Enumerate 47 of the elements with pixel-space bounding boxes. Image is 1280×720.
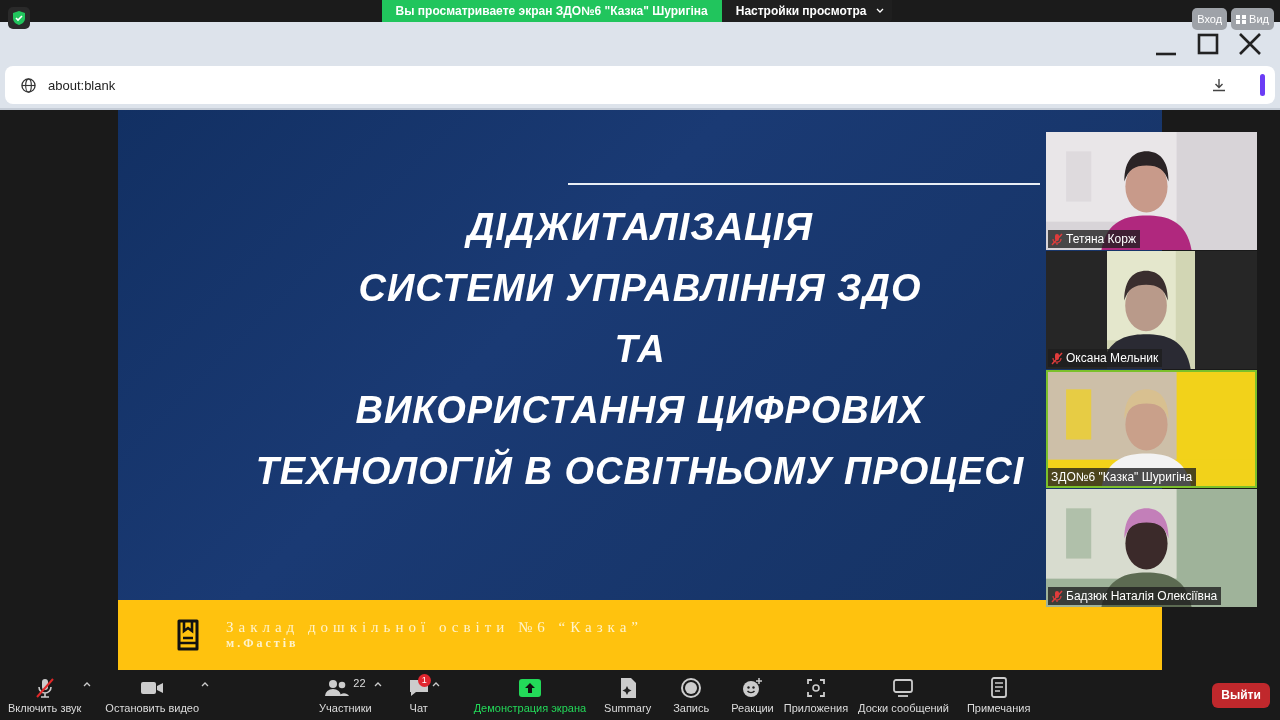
record-icon — [680, 676, 703, 699]
share-screen-button[interactable]: Демонстрация экрана — [473, 676, 587, 714]
slide-title-line: ДІДЖИТАЛІЗАЦІЯ — [466, 205, 814, 249]
participant-name: Бадзюк Наталія Олексіївна — [1066, 589, 1218, 603]
scroll-indicator — [1260, 74, 1265, 96]
download-icon[interactable] — [1212, 78, 1226, 92]
view-options-menu[interactable]: Настройки просмотра — [721, 0, 893, 22]
monitor-icon — [892, 677, 915, 698]
slide-title-line: СИСТЕМИ УПРАВЛІННЯ ЗДО — [358, 266, 922, 310]
apps-button[interactable]: Приложения — [783, 676, 849, 714]
address-bar[interactable]: about:blank — [5, 66, 1275, 104]
notes-icon — [989, 676, 1008, 699]
globe-icon — [21, 77, 36, 93]
leave-button[interactable]: Выйти — [1212, 682, 1270, 708]
unmute-button[interactable]: Включить звук — [8, 676, 82, 714]
caret-icon[interactable] — [201, 680, 210, 687]
grid-icon — [1236, 14, 1247, 24]
apps-icon — [805, 677, 826, 698]
shield-check-icon — [12, 10, 26, 26]
unread-badge: 1 — [417, 673, 431, 687]
people-icon — [325, 678, 350, 697]
participant-name: ЗДО№6 "Казка" Шуригіна — [1051, 470, 1193, 484]
video-tile[interactable]: Бадзюк Наталія Олексіївна — [1046, 489, 1257, 607]
record-button[interactable]: Запись — [673, 676, 710, 714]
participant-count: 22 — [353, 676, 366, 689]
slide-title-line: ВИКОРИСТАННЯ ЦИФРОВИХ — [355, 388, 925, 432]
notes-button[interactable]: Примечания — [966, 676, 1031, 714]
city-name: м.Фастів — [226, 636, 300, 651]
screen-share-banner: Вы просматриваете экран ЗДО№6 "Казка" Шуригіна — [381, 0, 722, 22]
chat-button[interactable]: 1 Чат — [407, 676, 430, 714]
reactions-button[interactable]: Реакции — [731, 676, 774, 714]
slide-title-line: ТЕХНОЛОГІЙ В ОСВІТНЬОМУ ПРОЦЕСІ — [255, 449, 1025, 493]
caret-icon[interactable] — [431, 680, 440, 687]
caret-icon[interactable] — [83, 680, 92, 687]
whiteboards-button[interactable]: Доски сообщений — [858, 676, 949, 714]
share-screen-icon — [518, 678, 541, 697]
caret-icon[interactable] — [373, 680, 382, 687]
video-tile[interactable]: ЗДО№6 "Казка" Шуригіна — [1046, 370, 1257, 488]
book-icon — [176, 619, 200, 651]
participants-button[interactable]: 22 Участники — [319, 676, 372, 714]
organization-name: Заклад дошкільної освіти №6 “Казка” — [226, 619, 643, 636]
summary-button[interactable]: Summary — [604, 676, 652, 714]
chevron-down-icon — [876, 8, 885, 14]
url-text: about:blank — [48, 77, 117, 93]
stop-video-button[interactable]: Остановить видео — [105, 676, 200, 714]
slide-title-line: ТА — [614, 327, 666, 371]
smiley-plus-icon — [741, 676, 764, 699]
